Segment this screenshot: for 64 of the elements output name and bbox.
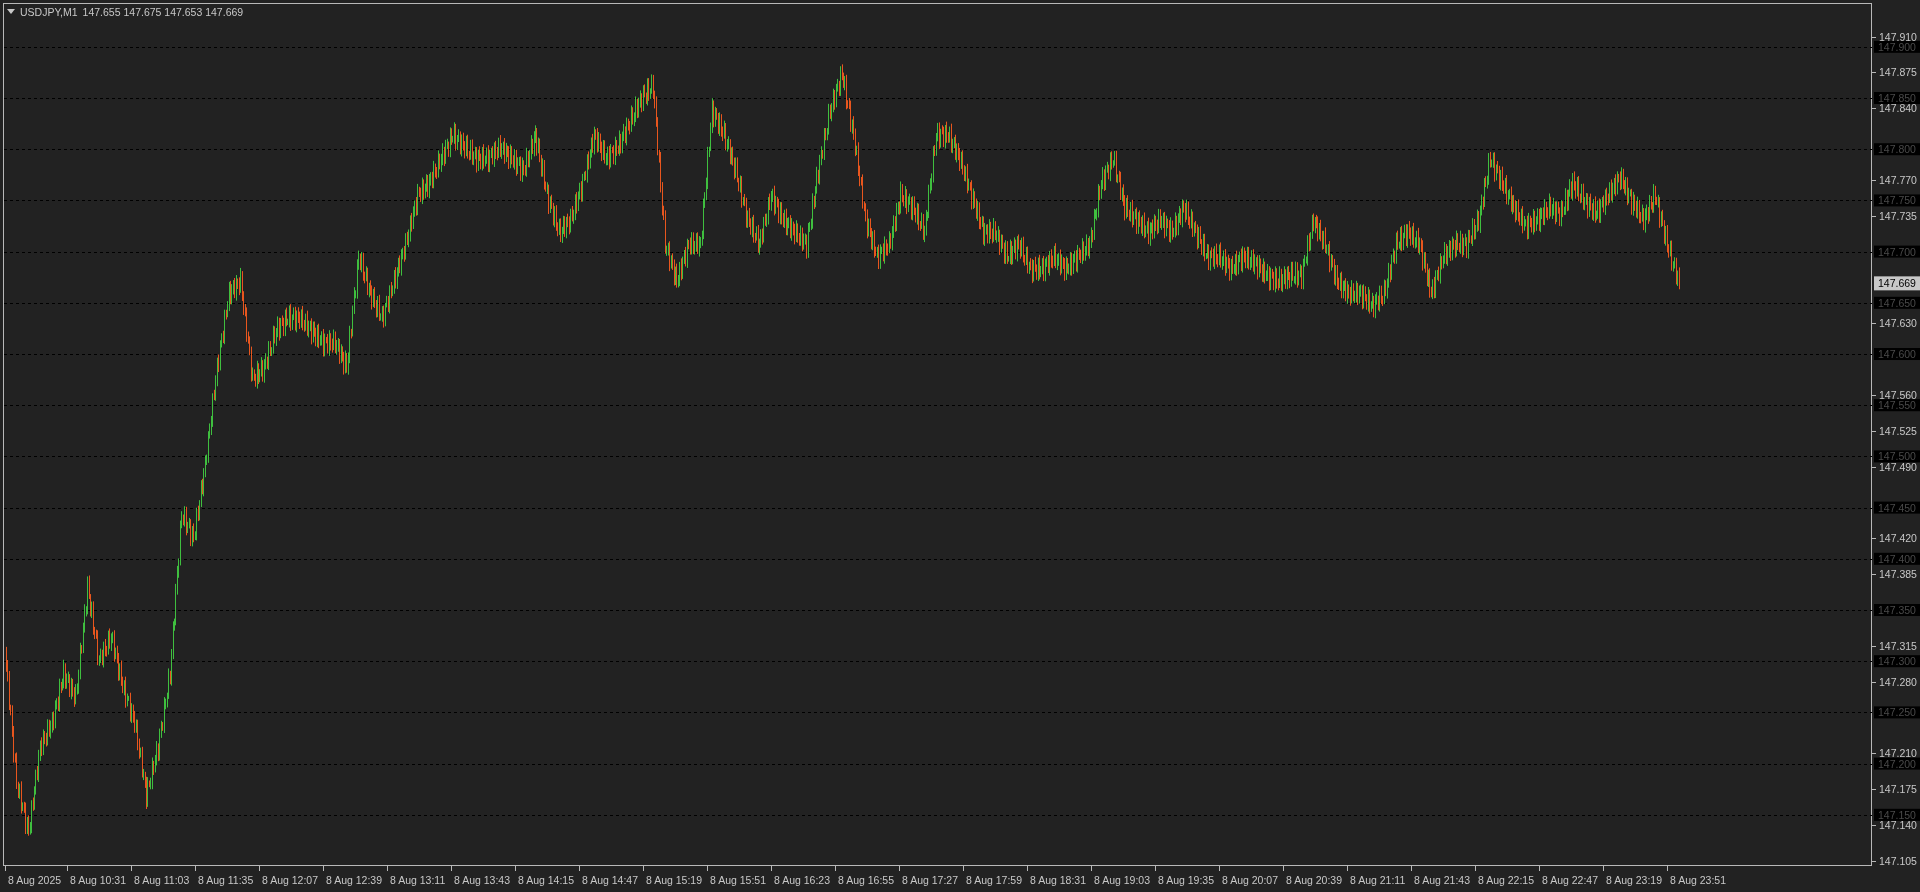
time-axis-label: 8 Aug 21:43 [1414, 874, 1471, 886]
time-axis-label: 8 Aug 17:27 [902, 874, 959, 886]
price-axis-label: 147.630 [1879, 317, 1917, 330]
time-axis-label: 8 Aug 19:03 [1094, 874, 1151, 886]
time-axis-label: 8 Aug 23:19 [1606, 874, 1663, 886]
time-axis-label: 8 Aug 18:31 [1030, 874, 1087, 886]
price-axis-label: 147.140 [1879, 819, 1917, 832]
time-axis-label: 8 Aug 20:07 [1222, 874, 1279, 886]
price-axis-label: 147.840 [1879, 102, 1917, 115]
time-axis-label: 8 Aug 2025 [8, 874, 62, 886]
level-label: 147.350 [1874, 604, 1920, 616]
time-axis-label: 8 Aug 14:15 [518, 874, 575, 886]
time-axis-label: 8 Aug 15:19 [646, 874, 703, 886]
level-label: 147.500 [1874, 450, 1920, 463]
level-label: 147.600 [1874, 348, 1920, 360]
price-axis-label: 147.560 [1879, 388, 1917, 401]
price-axis-label: 147.770 [1879, 173, 1917, 186]
symbol-label: USDJPY,M1 [20, 6, 78, 18]
level-label: 147.250 [1874, 706, 1920, 719]
level-label: 147.750 [1874, 194, 1920, 207]
time-axis-label: 8 Aug 19:35 [1158, 874, 1215, 886]
time-axis-label: 8 Aug 14:47 [582, 874, 639, 886]
price-axis-label: 147.875 [1879, 66, 1917, 79]
level-label: 147.650 [1874, 296, 1920, 309]
level-label: 147.150 [1874, 808, 1920, 821]
time-axis-label: 8 Aug 23:51 [1670, 874, 1727, 886]
time-axis-label: 8 Aug 11:03 [134, 874, 190, 886]
time-axis-label: 8 Aug 13:11 [390, 874, 446, 886]
level-label: 147.850 [1874, 92, 1920, 104]
time-axis-label: 8 Aug 22:15 [1478, 874, 1535, 886]
level-label: 147.700 [1874, 245, 1920, 258]
level-label: 147.400 [1874, 552, 1920, 565]
price-axis-label: 147.385 [1879, 568, 1917, 581]
time-axis-label: 8 Aug 15:51 [710, 874, 767, 886]
price-axis-label: 147.210 [1879, 747, 1917, 760]
dropdown-triangle-icon[interactable] [7, 9, 15, 15]
time-axis-label: 8 Aug 13:43 [454, 874, 511, 886]
price-axis-label: 147.175 [1879, 783, 1917, 796]
level-label: 147.450 [1874, 501, 1920, 514]
ohlc-values: 147.655 147.675 147.653 147.669 [82, 6, 244, 18]
level-label: 147.900 [1874, 40, 1920, 53]
time-axis-label: 8 Aug 17:59 [966, 874, 1023, 886]
price-axis-label: 147.420 [1879, 532, 1917, 545]
time-axis-label: 8 Aug 12:39 [326, 874, 383, 886]
time-axis-label: 8 Aug 12:07 [262, 874, 319, 886]
time-axis-label: 8 Aug 16:23 [774, 874, 831, 886]
price-axis-label: 147.315 [1879, 639, 1917, 652]
level-label: 147.800 [1874, 143, 1920, 156]
time-axis-label: 8 Aug 11:35 [198, 874, 254, 886]
price-axis-label: 147.525 [1879, 424, 1917, 437]
time-axis-label: 8 Aug 21:11 [1350, 874, 1406, 886]
time-axis-label: 8 Aug 20:39 [1286, 874, 1343, 886]
time-axis-label: 8 Aug 22:47 [1542, 874, 1599, 886]
price-axis-label: 147.910 [1879, 30, 1917, 43]
price-axis-label: 147.490 [1879, 460, 1917, 473]
price-axis-label: 147.105 [1879, 854, 1917, 867]
price-axis-label: 147.735 [1879, 209, 1917, 222]
price-axis-label: 147.280 [1879, 675, 1917, 688]
level-label: 147.300 [1874, 655, 1920, 668]
level-label: 147.200 [1874, 757, 1920, 770]
current-price-label: 147.669 [1874, 276, 1920, 291]
time-axis-label: 8 Aug 10:31 [70, 874, 127, 886]
time-axis-label: 8 Aug 16:55 [838, 874, 895, 886]
level-label: 147.550 [1874, 399, 1920, 412]
